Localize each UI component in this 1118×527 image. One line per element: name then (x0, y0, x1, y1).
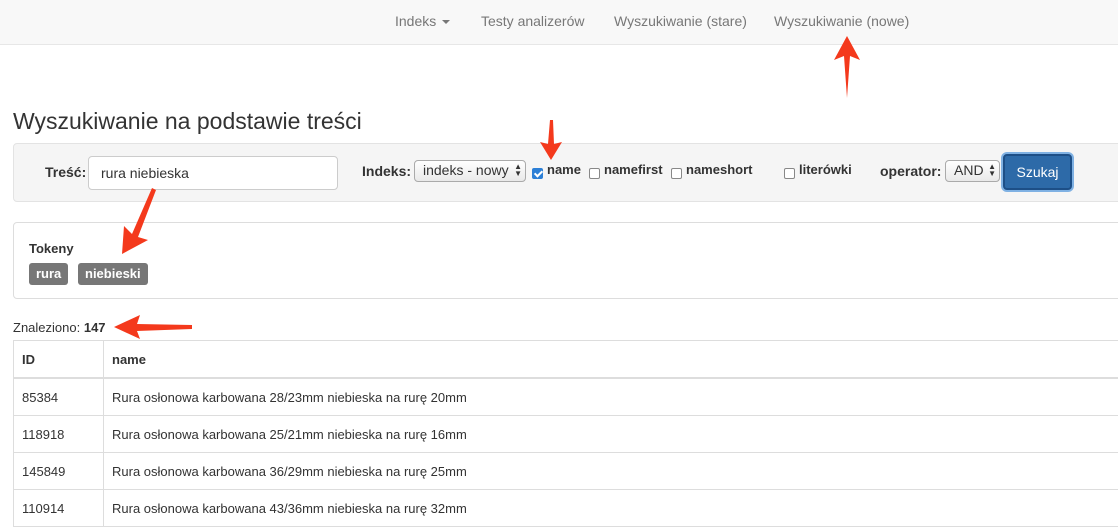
tokens-panel (13, 222, 1118, 299)
nav-item-wyszukiwanie-stare[interactable]: Wyszukiwanie (stare) (614, 13, 747, 29)
annotation-arrow-up-icon (834, 36, 860, 98)
annotation-arrow-down-left-icon (122, 188, 156, 254)
cell-name: Rura osłonowa karbowana 36/29mm niebiesk… (103, 452, 1118, 490)
cell-id: 85384 (13, 377, 104, 416)
checkbox-name-label: name (547, 162, 581, 177)
search-button[interactable]: Szukaj (1003, 154, 1072, 190)
cell-id: 145849 (13, 452, 104, 490)
table-header-row: ID name (13, 340, 1118, 379)
token-badge: niebieski (78, 263, 148, 285)
checkbox-namefirst-label: namefirst (604, 162, 663, 177)
checkbox-nameshort-label: nameshort (686, 162, 753, 177)
results-count-label: Znaleziono: (13, 320, 81, 335)
cell-name: Rura osłonowa karbowana 43/36mm niebiesk… (103, 489, 1118, 527)
checkbox-literowki-label: literówki (799, 162, 852, 177)
table-row: 118918 Rura osłonowa karbowana 25/21mm n… (13, 415, 1118, 453)
table-row: 145849 Rura osłonowa karbowana 36/29mm n… (13, 452, 1118, 490)
table-row: 85384 Rura osłonowa karbowana 28/23mm ni… (13, 377, 1118, 416)
cell-id: 110914 (13, 489, 104, 527)
column-header-name[interactable]: name (103, 340, 1118, 379)
checkbox-namefirst[interactable] (589, 168, 600, 179)
tokens-heading: Tokeny (29, 241, 74, 256)
page-title: Wyszukiwanie na podstawie treści (13, 108, 362, 134)
select-arrows-icon: ▲ ▼ (988, 162, 996, 178)
checkbox-name[interactable] (532, 168, 543, 179)
checkbox-nameshort[interactable] (671, 168, 682, 179)
table-row: 110914 Rura osłonowa karbowana 43/36mm n… (13, 489, 1118, 527)
annotation-arrow-left-icon (114, 315, 192, 339)
index-select-value: indeks - nowy (423, 162, 509, 178)
results-count-value: 147 (83, 320, 106, 335)
select-arrows-icon: ▲ ▼ (514, 162, 522, 178)
results-count: Znaleziono: 147 (13, 320, 106, 335)
checkbox-literowki[interactable] (784, 168, 795, 179)
content-label: Treść: (45, 164, 87, 180)
results-table: ID name 85384 Rura osłonowa karbowana 28… (13, 340, 1118, 527)
nav-item-testy-analizerow[interactable]: Testy analizerów (481, 13, 585, 29)
top-navbar: Indeks Testy analizerów Wyszukiwanie (st… (0, 0, 1118, 45)
operator-select[interactable]: AND ▲ ▼ (945, 160, 1000, 182)
caret-down-icon (442, 20, 451, 25)
nav-item-wyszukiwanie-nowe[interactable]: Wyszukiwanie (nowe) (774, 13, 909, 29)
cell-id: 118918 (13, 415, 104, 453)
cell-name: Rura osłonowa karbowana 25/21mm niebiesk… (103, 415, 1118, 453)
column-header-id[interactable]: ID (13, 340, 104, 379)
index-label: Indeks: (362, 163, 412, 179)
index-select[interactable]: indeks - nowy ▲ ▼ (414, 160, 526, 182)
operator-select-value: AND (954, 162, 984, 178)
operator-label: operator: (880, 163, 942, 179)
annotation-arrow-down-icon (540, 120, 562, 160)
token-badge: rura (29, 263, 69, 285)
cell-name: Rura osłonowa karbowana 28/23mm niebiesk… (103, 377, 1118, 416)
nav-item-indeks[interactable]: Indeks (395, 13, 451, 29)
